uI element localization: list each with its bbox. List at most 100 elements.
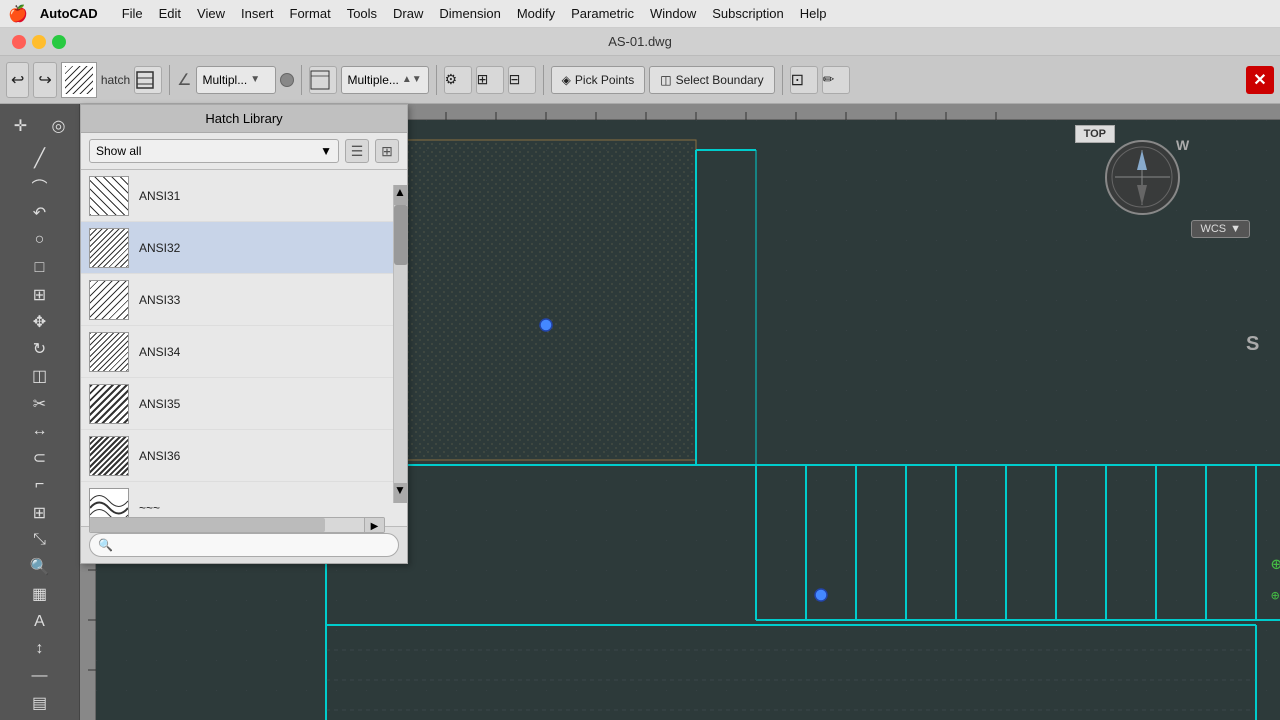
hatch-settings-button[interactable]: ✏ — [822, 66, 850, 94]
hatch-search-input[interactable] — [89, 533, 399, 557]
separator-4 — [543, 65, 544, 95]
list-view-button[interactable]: ☰ — [345, 139, 369, 163]
square-pattern-button[interactable] — [134, 66, 162, 94]
hatch-label: hatch — [101, 73, 130, 87]
multiple-dropdown-2-label: Multiple... — [348, 73, 399, 87]
hatch-preview — [61, 62, 97, 98]
pick-points-icon: ◈ — [562, 73, 571, 87]
tool-arc[interactable]: ↶ — [22, 200, 58, 225]
tool-offset[interactable]: ⊂ — [22, 446, 58, 471]
hatch-library-title: Hatch Library — [81, 105, 407, 133]
dropdown-arrow-2: ▲▼ — [402, 74, 422, 85]
undo-button[interactable]: ↩ — [6, 62, 29, 98]
menubar: 🍎 AutoCAD File Edit View Insert Format T… — [0, 0, 1280, 28]
hatch-label-ansi34: ANSI34 — [139, 345, 180, 359]
hatch-item-ansi33[interactable]: ANSI33 — [81, 274, 407, 326]
apple-menu[interactable]: 🍎 — [8, 4, 28, 24]
tool-circle[interactable]: ○ — [22, 228, 58, 253]
wcs-label: WCS — [1200, 223, 1226, 235]
tool-rectangle[interactable]: □ — [22, 255, 58, 280]
hatch-filter-dropdown[interactable]: Show all ▼ — [89, 139, 339, 163]
multiple-dropdown-1-label: Multipl... — [203, 73, 248, 87]
minimize-button[interactable] — [32, 35, 46, 49]
menu-dimension[interactable]: Dimension — [431, 6, 508, 21]
compass-circle — [1105, 140, 1180, 215]
menu-format[interactable]: Format — [282, 6, 339, 21]
tool-dimension[interactable]: ↕ — [22, 636, 58, 661]
hatch-list: ANSI31 ANSI32 ANSI33 ANSI34 — [81, 170, 407, 526]
menu-file[interactable]: File — [114, 6, 151, 21]
tool-zoom[interactable]: 🔍 — [22, 555, 58, 580]
tool-region[interactable]: ⊞ — [22, 282, 58, 307]
select-boundary-icon: ◫ — [660, 73, 671, 87]
tool-pan[interactable]: ✛ — [3, 108, 39, 144]
multiple-dropdown-1[interactable]: Multipl... ▼ — [196, 66, 276, 94]
tool-dash[interactable]: — — [22, 663, 58, 688]
pattern-ansi32 — [90, 229, 128, 267]
tool-gradient[interactable]: ▤ — [22, 691, 58, 716]
hatch-item-ansi34[interactable]: ANSI34 — [81, 326, 407, 378]
menu-window[interactable]: Window — [642, 6, 704, 21]
hatch-library-panel: Hatch Library Show all ▼ ☰ ⊞ ANSI31 ANSI… — [80, 104, 408, 564]
app-name[interactable]: AutoCAD — [40, 6, 98, 21]
pattern-ansi34 — [90, 333, 128, 371]
tool-hatch[interactable]: ▦ — [22, 582, 58, 607]
menu-draw[interactable]: Draw — [385, 6, 431, 21]
hatch-library-toolbar: Show all ▼ ☰ ⊞ — [81, 133, 407, 170]
grid-view-button[interactable]: ⊞ — [375, 139, 399, 163]
select-boundary-label: Select Boundary — [676, 73, 764, 87]
close-button[interactable] — [12, 35, 26, 49]
menu-modify[interactable]: Modify — [509, 6, 563, 21]
copy-button[interactable]: ⊞ — [476, 66, 504, 94]
multiple-dropdown-2[interactable]: Multiple... ▲▼ — [341, 66, 429, 94]
close-toolbar-button[interactable]: ✕ — [1246, 66, 1274, 94]
wcs-indicator[interactable]: WCS ▼ — [1191, 220, 1250, 238]
pattern-button[interactable] — [309, 66, 337, 94]
maximize-button[interactable] — [52, 35, 66, 49]
redo-button[interactable]: ↪ — [33, 62, 56, 98]
separator-2 — [301, 65, 302, 95]
tool-trim[interactable]: ✂ — [22, 391, 58, 416]
hatch-label-ansi33: ANSI33 — [139, 293, 180, 307]
tool-scale[interactable]: ⤡ — [22, 527, 58, 552]
menu-edit[interactable]: Edit — [151, 6, 189, 21]
tool-rotate[interactable]: ↻ — [22, 337, 58, 362]
hatch-label-ansi35: ANSI35 — [139, 397, 180, 411]
delete-button[interactable]: ⊟ — [508, 66, 536, 94]
tool-target[interactable]: ◎ — [41, 108, 77, 144]
match-properties-button[interactable]: ⊡ — [790, 66, 818, 94]
circle-indicator — [280, 73, 294, 87]
window-controls — [12, 35, 66, 49]
hatch-item-ansi32[interactable]: ANSI32 — [81, 222, 407, 274]
menu-help[interactable]: Help — [792, 6, 835, 21]
tool-line[interactable]: ╱ — [22, 146, 58, 171]
separator-3 — [436, 65, 437, 95]
hatch-item-ansi35[interactable]: ANSI35 — [81, 378, 407, 430]
tool-text[interactable]: A — [22, 609, 58, 634]
left-toolbar: ✛ ◎ ╱ ⌒ ↶ ○ □ ⊞ ✥ ↻ ◫ ✂ ↔ ⊂ ⌐ ⊞ ⤡ 🔍 ▦ A … — [0, 104, 80, 720]
scrollbar-up[interactable]: ▲ — [394, 185, 408, 205]
hatch-item-ansi31[interactable]: ANSI31 — [81, 170, 407, 222]
separator-1 — [169, 65, 170, 95]
menu-parametric[interactable]: Parametric — [563, 6, 642, 21]
tool-polyline[interactable]: ⌒ — [22, 173, 58, 198]
menu-view[interactable]: View — [189, 6, 233, 21]
pick-points-label: Pick Points — [575, 73, 634, 87]
tool-array[interactable]: ⊞ — [22, 500, 58, 525]
menu-tools[interactable]: Tools — [339, 6, 385, 21]
menu-insert[interactable]: Insert — [233, 6, 282, 21]
pick-points-button[interactable]: ◈ Pick Points — [551, 66, 646, 94]
pattern-ansi33 — [90, 281, 128, 319]
scrollbar-thumb[interactable] — [394, 205, 408, 265]
scrollbar-down[interactable]: ▼ — [394, 483, 408, 503]
select-boundary-button[interactable]: ◫ Select Boundary — [649, 66, 774, 94]
tool-move[interactable]: ✥ — [22, 309, 58, 334]
tool-fillet[interactable]: ⌐ — [22, 473, 58, 498]
top-text: TOP — [1084, 128, 1106, 140]
tool-mirror[interactable]: ◫ — [22, 364, 58, 389]
properties-button[interactable]: ⚙ — [444, 66, 472, 94]
scroll-right-button[interactable]: ▶ — [364, 518, 384, 533]
hatch-item-ansi36[interactable]: ANSI36 — [81, 430, 407, 482]
tool-extend[interactable]: ↔ — [22, 418, 58, 443]
menu-subscription[interactable]: Subscription — [704, 6, 792, 21]
